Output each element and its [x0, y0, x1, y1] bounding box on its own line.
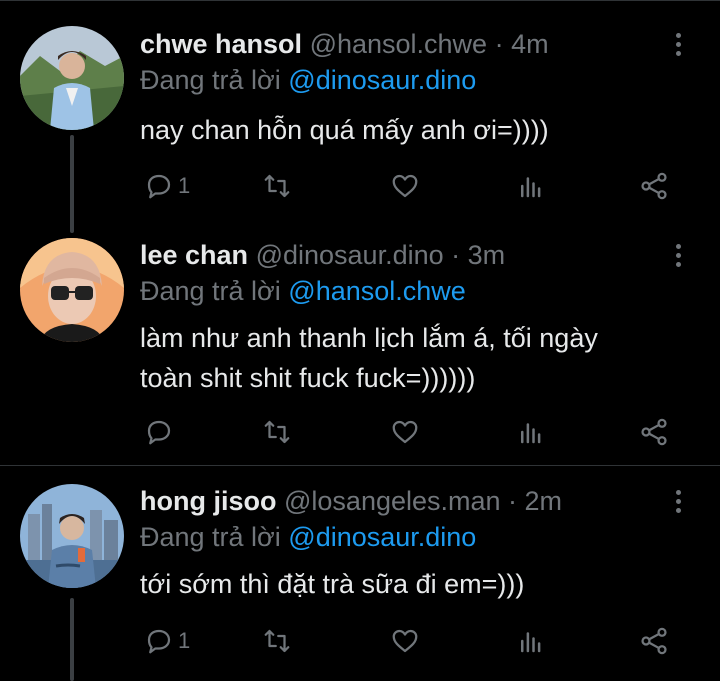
reply-icon [147, 420, 171, 445]
author-handle[interactable]: @losangeles.man [284, 486, 501, 516]
retweet-icon [264, 174, 290, 198]
share-icon [641, 172, 667, 200]
tweet-text-line: nay chan hỗn quá mấy anh ơi=)))) [140, 115, 549, 145]
retweet-icon [264, 420, 290, 444]
avatar[interactable] [20, 26, 124, 130]
tweet-actions: 1 [0, 624, 720, 658]
analytics-icon [521, 423, 541, 444]
reply-icon [147, 174, 171, 199]
like-button[interactable] [390, 415, 420, 449]
share-button[interactable] [638, 169, 670, 203]
tweet-text-line: toàn shit shit fuck fuck=)))))) [140, 363, 476, 393]
heart-icon [392, 420, 418, 444]
author-handle[interactable]: @hansol.chwe [310, 29, 488, 59]
person-city-avatar-image [20, 484, 124, 588]
mention-link[interactable]: @dinosaur.dino [288, 522, 476, 552]
replying-to-label: Đang trả lời [140, 522, 281, 552]
tweet-actions: 1 [0, 169, 720, 203]
tweet-text: nay chan hỗn quá mấy anh ơi=)))) [140, 110, 549, 150]
tweet-text: làm như anh thanh lịch lắm á, tối ngày t… [140, 318, 598, 398]
top-divider [0, 0, 720, 9]
retweet-icon [264, 629, 290, 653]
reply-icon [147, 629, 171, 654]
retweet-button[interactable] [262, 415, 292, 449]
analytics-icon [521, 177, 541, 198]
tweet-text-line: làm như anh thanh lịch lắm á, tối ngày [140, 323, 598, 353]
heart-icon [392, 174, 418, 198]
avatar[interactable] [20, 484, 124, 588]
tweet-actions [0, 415, 720, 449]
tweet-divider [0, 465, 720, 466]
share-button[interactable] [638, 624, 670, 658]
tweet-header: chwe hansol @hansol.chwe · 4m [140, 28, 549, 60]
share-icon [641, 627, 667, 655]
analytics-icon [521, 632, 541, 653]
more-options-icon[interactable] [668, 486, 688, 516]
tweet-header: lee chan @dinosaur.dino · 3m [140, 239, 505, 271]
like-button[interactable] [390, 624, 420, 658]
timestamp[interactable]: · 2m [508, 486, 562, 516]
person-outdoor-mountain-avatar-image [20, 26, 124, 130]
timestamp[interactable]: · 3m [451, 240, 505, 270]
author-name[interactable]: hong jisoo [140, 486, 276, 516]
person-glasses-avatar-image [20, 238, 124, 342]
timestamp[interactable]: · 4m [495, 29, 549, 59]
reply-button[interactable]: 1 [144, 169, 190, 203]
author-name[interactable]: lee chan [140, 240, 248, 270]
reply-button[interactable]: 1 [144, 624, 190, 658]
heart-icon [392, 629, 418, 653]
analytics-button[interactable] [516, 624, 546, 658]
share-icon [641, 418, 667, 446]
author-name[interactable]: chwe hansol [140, 29, 302, 59]
reply-count: 1 [178, 628, 191, 653]
analytics-button[interactable] [516, 169, 546, 203]
more-options-icon[interactable] [668, 240, 688, 270]
analytics-button[interactable] [516, 415, 546, 449]
author-handle[interactable]: @dinosaur.dino [256, 240, 444, 270]
more-options-icon[interactable] [668, 29, 688, 59]
mention-link[interactable]: @dinosaur.dino [288, 65, 476, 95]
avatar[interactable] [20, 238, 124, 342]
retweet-button[interactable] [262, 624, 292, 658]
reply-button[interactable] [144, 415, 178, 449]
retweet-button[interactable] [262, 169, 292, 203]
replying-to-label: Đang trả lời [140, 65, 281, 95]
replying-to-label: Đang trả lời [140, 276, 281, 306]
mention-link[interactable]: @hansol.chwe [288, 276, 466, 306]
share-button[interactable] [638, 415, 670, 449]
like-button[interactable] [390, 169, 420, 203]
replying-to: Đang trả lời @hansol.chwe [140, 275, 466, 307]
tweet-text: tới sớm thì đặt trà sữa đi em=))) [140, 564, 524, 604]
replying-to: Đang trả lời @dinosaur.dino [140, 521, 476, 553]
reply-count: 1 [178, 173, 191, 198]
tweet-header: hong jisoo @losangeles.man · 2m [140, 485, 562, 517]
replying-to: Đang trả lời @dinosaur.dino [140, 64, 476, 96]
tweet-text-line: tới sớm thì đặt trà sữa đi em=))) [140, 569, 525, 599]
